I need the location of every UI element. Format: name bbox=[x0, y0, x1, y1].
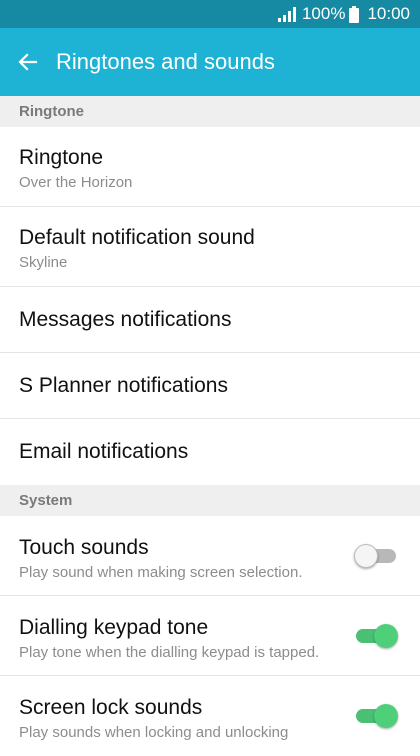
screen-lock-sounds-item[interactable]: Screen lock sounds Play sounds when lock… bbox=[0, 676, 420, 756]
item-title: Ringtone bbox=[19, 146, 104, 169]
item-subtitle: Skyline bbox=[19, 254, 68, 271]
email-notifications-item[interactable]: Email notifications bbox=[0, 419, 420, 485]
item-title: S Planner notifications bbox=[19, 373, 228, 397]
messages-notifications-item[interactable]: Messages notifications bbox=[0, 287, 420, 353]
item-title: Email notifications bbox=[19, 440, 189, 463]
app-bar: Ringtones and sounds bbox=[0, 28, 420, 96]
clock: 10:00 bbox=[367, 4, 410, 23]
settings-list: Ringtone Ringtone Over the Horizon Defau… bbox=[0, 96, 420, 756]
battery-percent: 100% bbox=[301, 4, 346, 23]
default-notification-sound-item[interactable]: Default notification sound Skyline bbox=[0, 207, 420, 287]
signal-icon bbox=[277, 6, 296, 22]
back-arrow-icon bbox=[18, 53, 38, 71]
battery-icon bbox=[349, 5, 360, 23]
s-planner-notifications-item[interactable]: S Planner notifications bbox=[0, 353, 420, 419]
screen-lock-sounds-toggle[interactable] bbox=[354, 702, 398, 730]
ringtone-item[interactable]: Ringtone Over the Horizon bbox=[0, 127, 420, 207]
section-header-ringtone: Ringtone bbox=[0, 96, 420, 127]
item-subtitle: Over the Horizon bbox=[19, 174, 133, 191]
status-bar: 100% 10:00 bbox=[0, 0, 420, 28]
item-title: Messages notifications bbox=[19, 307, 232, 331]
touch-sounds-toggle[interactable] bbox=[354, 542, 398, 570]
back-button[interactable] bbox=[0, 28, 56, 96]
section-header-system: System bbox=[0, 485, 420, 516]
touch-sounds-item[interactable]: Touch sounds Play sound when making scre… bbox=[0, 516, 420, 596]
dialling-keypad-tone-item[interactable]: Dialling keypad tone Play tone when the … bbox=[0, 596, 420, 676]
dialling-keypad-tone-toggle[interactable] bbox=[354, 622, 398, 650]
page-title: Ringtones and sounds bbox=[56, 49, 275, 74]
item-title: Default notification sound bbox=[19, 226, 255, 249]
